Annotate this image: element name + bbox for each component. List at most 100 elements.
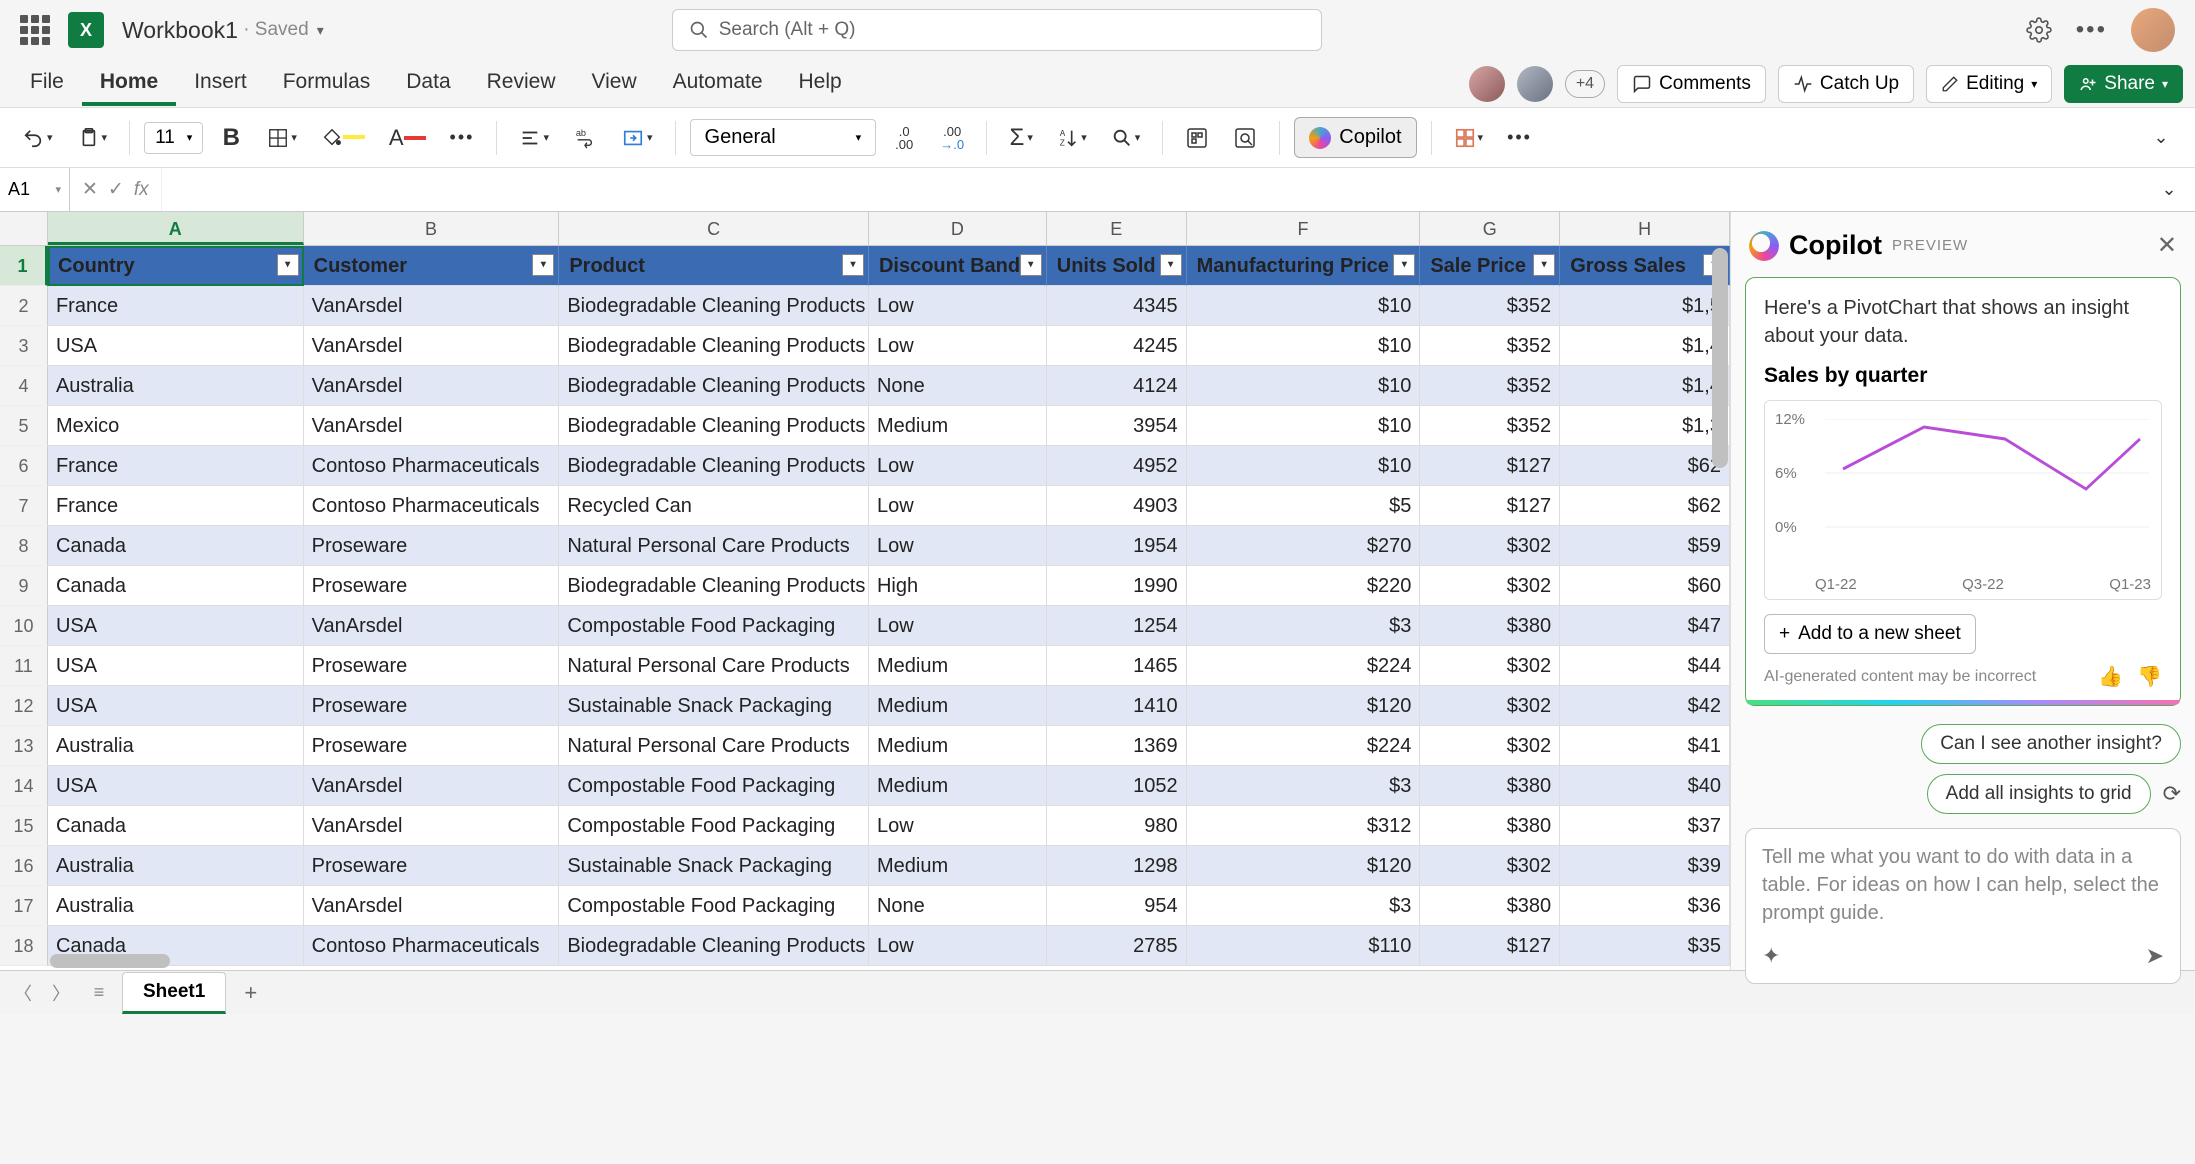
- enter-formula-icon[interactable]: ✓: [108, 178, 124, 201]
- table-header-cell[interactable]: Units Sold▾: [1047, 246, 1187, 286]
- cell[interactable]: 4124: [1047, 366, 1187, 406]
- cell[interactable]: Biodegradable Cleaning Products: [559, 446, 869, 486]
- cancel-formula-icon[interactable]: ✕: [82, 178, 98, 201]
- cell[interactable]: Medium: [869, 766, 1047, 806]
- cell[interactable]: Compostable Food Packaging: [559, 806, 869, 846]
- table-header-cell[interactable]: Sale Price▾: [1420, 246, 1560, 286]
- close-icon[interactable]: ✕: [2157, 231, 2177, 260]
- cell[interactable]: Recycled Can: [559, 486, 869, 526]
- tab-view[interactable]: View: [573, 62, 654, 106]
- cell[interactable]: USA: [48, 646, 304, 686]
- presence-count[interactable]: +4: [1565, 70, 1605, 98]
- more-icon[interactable]: •••: [2076, 16, 2107, 44]
- ribbon-expand-button[interactable]: ⌄: [2141, 118, 2181, 158]
- cell[interactable]: Proseware: [304, 646, 560, 686]
- cell[interactable]: VanArsdel: [304, 406, 560, 446]
- send-icon[interactable]: ➤: [2146, 943, 2164, 969]
- column-header[interactable]: G: [1420, 212, 1560, 245]
- share-button[interactable]: Share▾: [2064, 65, 2183, 103]
- undo-button[interactable]: ▾: [14, 118, 61, 158]
- cell[interactable]: VanArsdel: [304, 766, 560, 806]
- bold-button[interactable]: B: [211, 118, 251, 158]
- cell[interactable]: High: [869, 566, 1047, 606]
- row-header[interactable]: 15: [0, 806, 48, 846]
- cell[interactable]: $302: [1420, 646, 1560, 686]
- cell[interactable]: Low: [869, 446, 1047, 486]
- cell[interactable]: Biodegradable Cleaning Products: [559, 366, 869, 406]
- add-to-sheet-button[interactable]: +Add to a new sheet: [1764, 614, 1976, 654]
- cell[interactable]: Low: [869, 526, 1047, 566]
- presence-avatar[interactable]: [1517, 66, 1553, 102]
- tab-file[interactable]: File: [12, 62, 82, 106]
- cell[interactable]: USA: [48, 766, 304, 806]
- cell[interactable]: $127: [1420, 486, 1560, 526]
- settings-icon[interactable]: [2026, 17, 2052, 43]
- row-header[interactable]: 13: [0, 726, 48, 766]
- cell[interactable]: $62: [1560, 486, 1730, 526]
- row-header[interactable]: 8: [0, 526, 48, 566]
- cell[interactable]: $380: [1420, 766, 1560, 806]
- cell[interactable]: Natural Personal Care Products: [559, 646, 869, 686]
- editing-mode-button[interactable]: Editing▾: [1926, 65, 2052, 103]
- cell[interactable]: Proseware: [304, 686, 560, 726]
- cell[interactable]: $352: [1420, 286, 1560, 326]
- app-launcher-icon[interactable]: [20, 15, 50, 45]
- cell[interactable]: $127: [1420, 446, 1560, 486]
- cell[interactable]: Low: [869, 326, 1047, 366]
- formula-expand-button[interactable]: ⌄: [2149, 170, 2189, 210]
- cell[interactable]: $10: [1187, 326, 1421, 366]
- filter-dropdown-icon[interactable]: ▾: [1533, 254, 1555, 276]
- refresh-icon[interactable]: ⟳: [2163, 781, 2181, 807]
- font-color-button[interactable]: A: [381, 118, 434, 158]
- more-font-icon[interactable]: •••: [442, 118, 483, 158]
- number-format-select[interactable]: General▾: [690, 119, 877, 156]
- tab-home[interactable]: Home: [82, 62, 176, 106]
- wrap-text-button[interactable]: ab: [565, 118, 605, 158]
- cell[interactable]: Low: [869, 806, 1047, 846]
- cell[interactable]: Proseware: [304, 526, 560, 566]
- row-header[interactable]: 6: [0, 446, 48, 486]
- fill-color-button[interactable]: [313, 118, 373, 158]
- cell[interactable]: 3954: [1047, 406, 1187, 446]
- row-header[interactable]: 12: [0, 686, 48, 726]
- copilot-button[interactable]: Copilot: [1294, 117, 1416, 158]
- row-header[interactable]: 2: [0, 286, 48, 326]
- cell[interactable]: Compostable Food Packaging: [559, 766, 869, 806]
- sheet-nav-next[interactable]: 〉: [46, 980, 76, 1006]
- cell[interactable]: Natural Personal Care Products: [559, 726, 869, 766]
- cell[interactable]: Australia: [48, 366, 304, 406]
- cell[interactable]: Compostable Food Packaging: [559, 886, 869, 926]
- cell[interactable]: Canada: [48, 806, 304, 846]
- cell[interactable]: Contoso Pharmaceuticals: [304, 486, 560, 526]
- cell[interactable]: Biodegradable Cleaning Products: [559, 926, 869, 966]
- paste-button[interactable]: ▾: [69, 118, 116, 158]
- cell[interactable]: $5: [1187, 486, 1421, 526]
- name-box[interactable]: A1▾: [0, 168, 70, 211]
- row-header[interactable]: 3: [0, 326, 48, 366]
- add-sheet-button[interactable]: +: [234, 980, 267, 1006]
- filter-dropdown-icon[interactable]: ▾: [1020, 254, 1042, 276]
- cell[interactable]: Sustainable Snack Packaging: [559, 686, 869, 726]
- cell[interactable]: VanArsdel: [304, 606, 560, 646]
- cell[interactable]: 4345: [1047, 286, 1187, 326]
- column-header[interactable]: C: [559, 212, 869, 245]
- cell[interactable]: Medium: [869, 646, 1047, 686]
- suggestion-chip-add-all[interactable]: Add all insights to grid: [1927, 774, 2151, 814]
- cell[interactable]: 954: [1047, 886, 1187, 926]
- cell[interactable]: $120: [1187, 846, 1421, 886]
- borders-button[interactable]: ▾: [259, 118, 305, 158]
- tab-data[interactable]: Data: [388, 62, 468, 106]
- cell[interactable]: 980: [1047, 806, 1187, 846]
- cell[interactable]: $312: [1187, 806, 1421, 846]
- cell[interactable]: Medium: [869, 846, 1047, 886]
- row-header[interactable]: 14: [0, 766, 48, 806]
- tab-automate[interactable]: Automate: [655, 62, 781, 106]
- cell[interactable]: 2785: [1047, 926, 1187, 966]
- format-table-button[interactable]: ▾: [1446, 118, 1492, 158]
- select-all-corner[interactable]: [0, 212, 48, 245]
- cell[interactable]: Contoso Pharmaceuticals: [304, 926, 560, 966]
- cell[interactable]: $224: [1187, 646, 1421, 686]
- cell[interactable]: $3: [1187, 886, 1421, 926]
- search-input[interactable]: Search (Alt + Q): [672, 9, 1322, 51]
- table-header-cell[interactable]: Gross Sales▾: [1560, 246, 1730, 286]
